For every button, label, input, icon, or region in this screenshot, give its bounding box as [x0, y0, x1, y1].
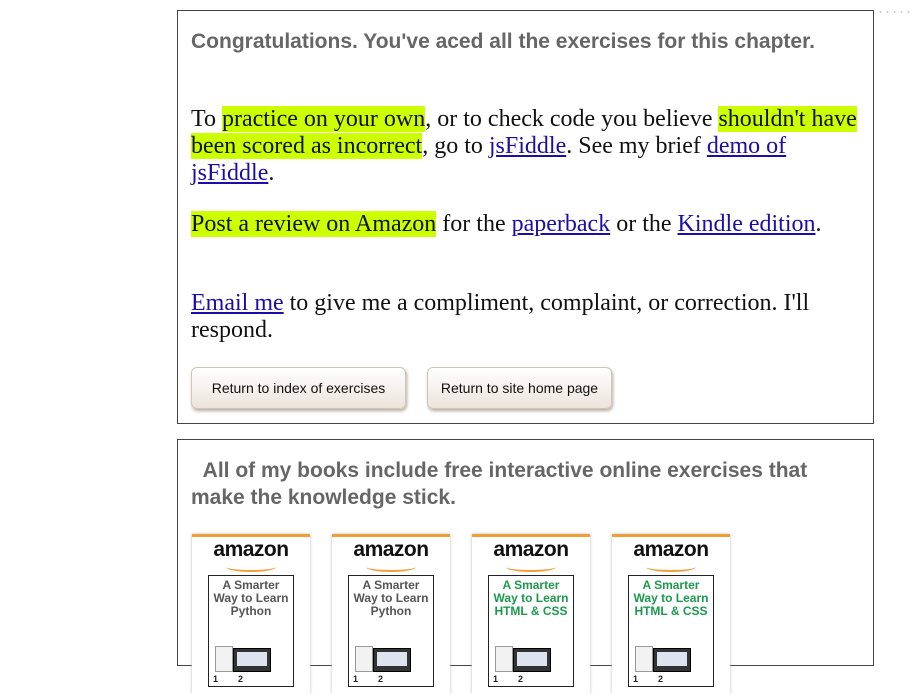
book-html-css-1[interactable]: amazon A Smarter Way to Learn HTML & CSS…: [472, 534, 590, 694]
book-cover: A Smarter Way to Learn Python 1 2: [348, 575, 434, 687]
steps-graphic: 1 2: [353, 674, 384, 684]
practice-text-5: .: [268, 160, 275, 186]
review-paragraph: Post a review on Amazon for the paperbac…: [191, 211, 866, 238]
amazon-logo: amazon: [493, 538, 569, 561]
steps-graphic: 1 2: [633, 674, 664, 684]
review-text-3: .: [815, 211, 822, 237]
practice-text-2: , or to check code you believe: [425, 106, 719, 132]
paper-icon: [215, 646, 233, 672]
laptop-icon: [513, 648, 551, 672]
amazon-logo: amazon: [213, 538, 289, 561]
book-cover: A Smarter Way to Learn HTML & CSS 1 2: [488, 575, 574, 687]
laptop-icon: [233, 648, 271, 672]
book-python-2[interactable]: amazon A Smarter Way to Learn Python 1 2: [332, 534, 450, 694]
review-text-2: or the: [610, 211, 678, 237]
practice-highlight-1: practice on your own: [221, 106, 426, 132]
tablet-icon: [635, 646, 653, 672]
book-python-1[interactable]: amazon A Smarter Way to Learn Python 1 2: [192, 534, 310, 694]
paperback-link[interactable]: paperback: [512, 211, 611, 237]
amazon-smile-icon: [646, 562, 696, 572]
practice-text-3: , go to: [422, 133, 489, 159]
laptop-icon: [653, 648, 691, 672]
steps-graphic: 1 2: [213, 674, 244, 684]
review-text-1: for the: [436, 211, 512, 237]
book-cover: A Smarter Way to Learn Python 1 2: [208, 575, 294, 687]
practice-text-1: To: [191, 106, 222, 132]
books-heading: All of my books include free interactive…: [191, 457, 851, 511]
email-paragraph: Email me to give me a compliment, compla…: [191, 290, 866, 344]
return-to-home-button[interactable]: Return to site home page: [427, 367, 612, 409]
amazon-logo: amazon: [353, 538, 429, 561]
kindle-edition-link[interactable]: Kindle edition: [678, 211, 816, 237]
paper-icon: [495, 646, 513, 672]
book-html-css-2[interactable]: amazon A Smarter Way to Learn HTML & CSS…: [612, 534, 730, 694]
return-to-index-button[interactable]: Return to index of exercises: [191, 367, 406, 409]
book-title: A Smarter Way to Learn Python: [213, 578, 289, 618]
email-text: to give me a compliment, complaint, or c…: [191, 290, 810, 343]
amazon-smile-icon: [226, 562, 276, 572]
book-title: A Smarter Way to Learn HTML & CSS: [633, 578, 709, 618]
laptop-icon: [373, 648, 411, 672]
book-title: A Smarter Way to Learn Python: [353, 578, 429, 618]
jsfiddle-link[interactable]: jsFiddle: [489, 133, 566, 159]
steps-graphic: 1 2: [493, 674, 524, 684]
amazon-smile-icon: [366, 562, 416, 572]
book-title: A Smarter Way to Learn HTML & CSS: [493, 578, 569, 618]
books-heading-text: All of my books include free interactive…: [191, 459, 808, 509]
congrats-heading: Congratulations. You've aced all the exe…: [191, 30, 815, 53]
chapter-complete-panel: Congratulations. You've aced all the exe…: [177, 10, 874, 424]
books-panel: All of my books include free interactive…: [177, 439, 874, 694]
book-cover: A Smarter Way to Learn HTML & CSS 1 2: [628, 575, 714, 687]
review-highlight: Post a review on Amazon: [191, 211, 437, 237]
practice-paragraph: To practice on your own, or to check cod…: [191, 106, 866, 187]
tablet-icon: [355, 646, 373, 672]
practice-text-4: . See my brief: [566, 133, 707, 159]
email-me-link[interactable]: Email me: [191, 290, 284, 316]
amazon-smile-icon: [506, 562, 556, 572]
amazon-logo: amazon: [633, 538, 709, 561]
